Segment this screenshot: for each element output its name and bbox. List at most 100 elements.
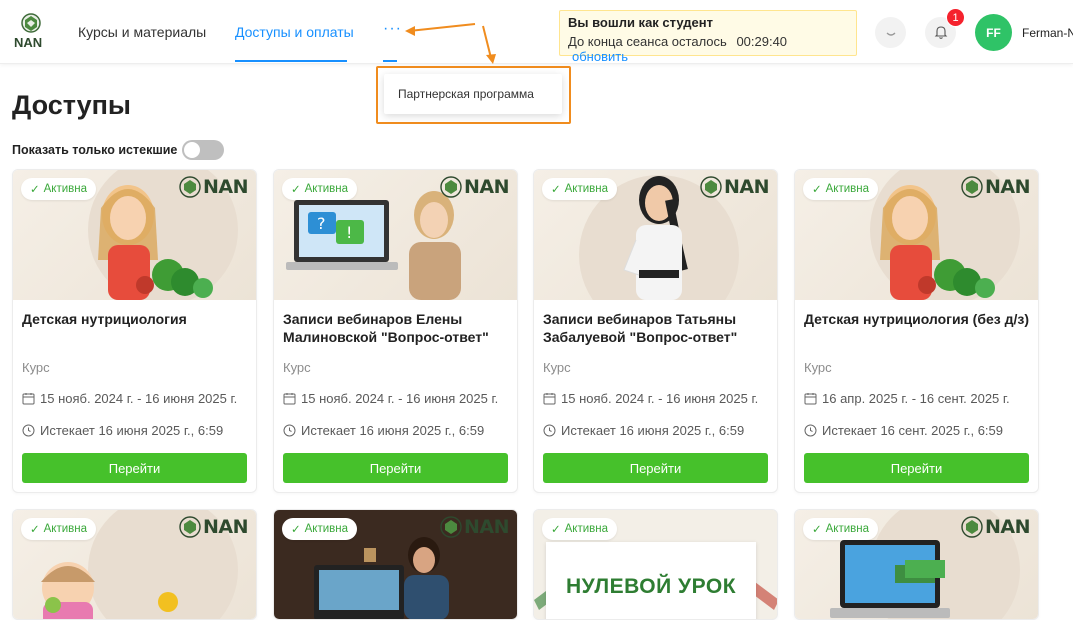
status-text: Активна	[564, 183, 609, 195]
expiry-info: Истекает 16 июня 2025 г., 6:59	[283, 423, 484, 438]
access-dates: 15 нояб. 2024 г. - 16 июня 2025 г.	[301, 391, 499, 406]
expiry-text: Истекает 16 июня 2025 г., 6:59	[40, 423, 224, 438]
expired-filter: Показать только истекшие	[12, 140, 225, 160]
menu-item-partner-program[interactable]: Партнерская программа	[384, 74, 562, 114]
avatar[interactable]: FF	[975, 14, 1012, 51]
nan-logo[interactable]: NAN	[13, 12, 49, 52]
go-to-course-button[interactable]: Перейти	[543, 453, 768, 483]
calendar-icon	[543, 393, 556, 405]
access-card: ✓ Активна NAN Детская нутрициология Курс 15 н…	[12, 169, 257, 493]
check-icon: ✓	[291, 184, 301, 196]
go-to-course-button[interactable]: Перейти	[22, 453, 247, 483]
access-period: 15 нояб. 2024 г. - 16 июня 2025 г.	[283, 391, 498, 406]
course-title: Записи вебинаров Елены Малиновской "Вопр…	[283, 311, 489, 345]
access-dates: 15 нояб. 2024 г. - 16 июня 2025 г.	[40, 391, 238, 406]
course-cover-image: НУЛЕВОЙ УРОК ✓ Активна	[534, 510, 777, 619]
expired-filter-toggle[interactable]	[182, 140, 225, 160]
check-icon: ✓	[551, 184, 561, 196]
course-type: Курс	[804, 360, 832, 375]
access-period: 16 апр. 2025 г. - 16 сент. 2025 г.	[804, 391, 1010, 406]
theme-toggle-button[interactable]	[875, 17, 906, 48]
course-cover-image: ✓ Активна NAN	[534, 170, 777, 300]
nan-brand-logo: NAN	[179, 176, 249, 198]
calendar-icon	[22, 393, 35, 405]
access-card: НУЛЕВОЙ УРОК ✓ Активна	[533, 509, 778, 620]
nav-courses[interactable]: Курсы и материалы	[78, 24, 206, 40]
go-to-course-button[interactable]: Перейти	[283, 453, 508, 483]
session-title: Вы вошли как студент	[568, 15, 713, 30]
nan-brand-text: NAN	[463, 176, 510, 198]
status-badge: ✓ Активна	[542, 178, 618, 200]
nan-brand-logo: NAN	[440, 176, 510, 198]
course-type: Курс	[22, 360, 50, 375]
access-dates: 15 нояб. 2024 г. - 16 июня 2025 г.	[561, 391, 759, 406]
zero-lesson-banner: НУЛЕВОЙ УРОК	[546, 542, 756, 619]
course-title: Записи вебинаров Татьяны Забалуевой "Воп…	[543, 311, 738, 345]
nan-brand-text: NAN	[723, 176, 770, 198]
status-badge: ✓ Активна	[21, 178, 97, 200]
course-cover-image: ✓ Активна NAN	[274, 510, 517, 619]
course-title: Детская нутрициология	[22, 311, 187, 327]
status-badge: ✓ Активна	[542, 518, 618, 540]
course-title: Детская нутрициология (без д/з)	[804, 311, 1029, 327]
status-text: Активна	[564, 523, 609, 535]
calendar-icon	[283, 393, 296, 405]
status-text: Активна	[304, 183, 349, 195]
session-timer-line: До конца сеанса осталось 00:29:40 обнови…	[568, 34, 848, 64]
clock-icon	[283, 424, 296, 437]
nan-brand-text: NAN	[984, 516, 1031, 538]
nan-brand-text: NAN	[202, 516, 249, 538]
nav-access-payments[interactable]: Доступы и оплаты	[235, 24, 354, 40]
status-badge: ✓ Активна	[21, 518, 97, 540]
access-card: ✓ Активна NAN Детская нутрициология (без д/…	[794, 169, 1039, 493]
access-period: 15 нояб. 2024 г. - 16 июня 2025 г.	[543, 391, 758, 406]
status-text: Активна	[43, 523, 88, 535]
session-remaining-time: 00:29:40	[736, 34, 788, 49]
course-cover-image: ✓ Активна NAN	[13, 170, 256, 300]
nan-brand-logo: NAN	[961, 176, 1031, 198]
check-icon: ✓	[812, 524, 822, 536]
check-icon: ✓	[551, 524, 561, 536]
session-refresh-link[interactable]: обновить	[572, 49, 628, 64]
session-remaining-label: До конца сеанса осталось	[568, 34, 727, 49]
clock-icon	[804, 424, 817, 437]
status-badge: ✓ Активна	[803, 518, 879, 540]
check-icon: ✓	[30, 184, 40, 196]
logo-text: NAN	[14, 35, 43, 50]
session-notice: Вы вошли как студент До конца сеанса ост…	[559, 10, 857, 64]
nan-brand-text: NAN	[202, 176, 249, 198]
course-cover-image: ✓ Активна NAN	[13, 510, 256, 619]
access-card: ✓ Активна NAN	[794, 509, 1039, 620]
nan-brand-logo: NAN	[700, 176, 770, 198]
access-card: ✓ Активна NAN	[273, 509, 518, 620]
access-dates: 16 апр. 2025 г. - 16 сент. 2025 г.	[822, 391, 1010, 406]
course-type: Курс	[283, 360, 311, 375]
status-badge: ✓ Активна	[282, 518, 358, 540]
nan-brand-logo: NAN	[179, 516, 249, 538]
moon-icon	[886, 32, 895, 36]
nan-brand-logo: NAN	[440, 516, 510, 538]
go-to-course-button[interactable]: Перейти	[804, 453, 1029, 483]
expiry-info: Истекает 16 июня 2025 г., 6:59	[543, 423, 744, 438]
nan-brand-text: NAN	[463, 516, 510, 538]
course-type: Курс	[543, 360, 571, 375]
svg-text:?: ?	[317, 214, 326, 233]
course-cover-image: ✓ Активна NAN	[795, 510, 1038, 619]
expiry-text: Истекает 16 июня 2025 г., 6:59	[301, 423, 485, 438]
expired-filter-label: Показать только истекшие	[12, 143, 178, 157]
page-title: Доступы	[12, 90, 131, 120]
status-badge: ✓ Активна	[803, 178, 879, 200]
active-tab-indicator	[235, 60, 347, 62]
expiry-text: Истекает 16 сент. 2025 г., 6:59	[822, 423, 1003, 438]
calendar-icon	[804, 393, 817, 405]
check-icon: ✓	[30, 524, 40, 536]
status-text: Активна	[304, 523, 349, 535]
access-card: ✓ Активна NAN Записи вебинаров Татьяны Заба…	[533, 169, 778, 493]
bell-icon	[934, 26, 947, 39]
clock-icon	[22, 424, 35, 437]
check-icon: ✓	[812, 184, 822, 196]
username[interactable]: Ferman-N	[1022, 26, 1073, 40]
nan-brand-logo: NAN	[961, 516, 1031, 538]
access-card: ?! ✓ Активна NAN Записи вебинаров Елены Мали…	[273, 169, 518, 493]
notification-count-badge: 1	[946, 8, 965, 27]
